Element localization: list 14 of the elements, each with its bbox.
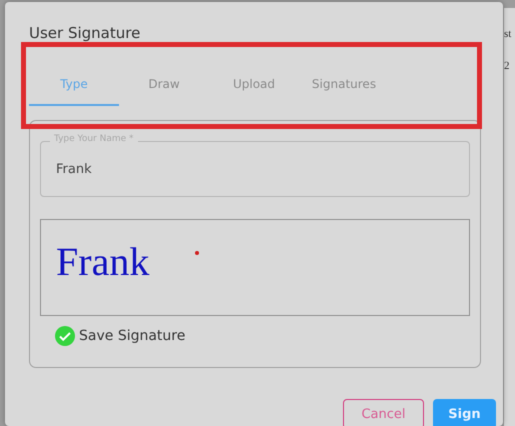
dialog-title: User Signature	[29, 24, 142, 44]
field-value: Frank	[56, 162, 92, 176]
sign-button[interactable]: Sign	[433, 399, 496, 426]
tab[interactable]: Type	[29, 70, 119, 106]
tab[interactable]: Draw	[119, 70, 209, 106]
background-text: 2	[504, 60, 510, 72]
tab[interactable]: Signatures	[299, 70, 389, 106]
tab[interactable]: Upload	[209, 70, 299, 106]
checkbox[interactable]	[55, 326, 75, 346]
marker-dot-icon	[195, 251, 199, 255]
background-text: st	[504, 28, 512, 40]
checkbox-label: Save Signature	[79, 328, 186, 344]
cancel-button[interactable]: Cancel	[343, 399, 424, 426]
signature-text: Frank	[56, 239, 150, 284]
